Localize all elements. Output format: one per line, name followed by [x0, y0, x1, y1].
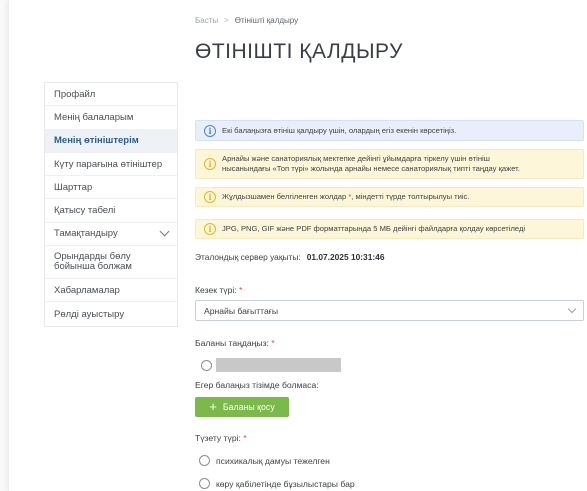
field-label-text: Түзету түрі: [195, 433, 241, 443]
child-name-redacted [216, 358, 341, 372]
sidebar-item-label: Қатысу табелі [54, 205, 116, 217]
chevron-down-icon [567, 304, 577, 314]
sidebar-item-attendance[interactable]: Қатысу табелі [45, 199, 177, 223]
info-icon: i [204, 158, 216, 170]
correction-option[interactable]: көру қабілетінде бұзылыстары бар [199, 478, 355, 489]
server-time-value: 01.07.2025 10:31:46 [306, 252, 385, 262]
alert-text-line: нысанындағы «Топ түрі» жолында арнайы не… [222, 164, 520, 173]
server-time-label: Эталондық сервер уақыты: [195, 252, 301, 262]
sidebar-item-nutrition[interactable]: Тамақтандыру [45, 223, 177, 247]
sidebar-item-waitlist-applications[interactable]: Күту парағына өтініштер [45, 153, 177, 177]
sidebar-item-label: Менің балаларым [54, 111, 134, 123]
correction-radio[interactable] [199, 478, 210, 489]
field-label-text: Баланы таңдаңыз: [195, 338, 269, 348]
queue-type-label: Кезек түрі: * [195, 285, 242, 295]
alert-text-part: , міндетті түрде толтырылуы тиіс. [351, 192, 470, 201]
add-child-button[interactable]: + Баланы қосу [195, 397, 289, 417]
child-not-in-list-label: Егер балаңыз тізімде болмаса: [195, 380, 319, 390]
page-container: Басты > Өтінішті қалдыру ӨТІНІШТІ ҚАЛДЫР… [8, 0, 587, 491]
breadcrumb-current: Өтінішті қалдыру [234, 16, 299, 25]
sidebar-item-my-applications[interactable]: Менің өтініштерім [45, 129, 177, 153]
sidebar-item-label: Күту парағына өтініштер [54, 158, 163, 170]
server-time: Эталондық сервер уақыты: 01.07.2025 10:31… [195, 252, 384, 262]
alert-special-schools: i Арнайы және санаториялық мектепке дейі… [195, 149, 584, 179]
breadcrumb-separator: > [224, 16, 229, 25]
required-star: * [271, 338, 275, 348]
queue-type-selected-value: Арнайы бағыттағы [204, 305, 279, 316]
child-select-label: Баланы таңдаңыз: * [195, 338, 275, 348]
page-title: ӨТІНІШТІ ҚАЛДЫРУ [195, 40, 403, 63]
alert-text-line: Арнайы және санаториялық мектепке дейінг… [222, 154, 490, 163]
sidebar-item-label: Шарттар [54, 181, 93, 193]
required-star: * [239, 285, 243, 295]
sidebar-item-label: Тамақтандыру [54, 228, 118, 240]
sidebar-item-label: Профайл [54, 88, 96, 100]
correction-option[interactable]: психикалық дамуы тежелген [199, 455, 330, 466]
chevron-down-icon [159, 226, 170, 237]
alert-text-part: Жұлдызшамен белгіленген жолдар [222, 192, 349, 201]
add-child-button-label: Баланы қосу [222, 402, 275, 412]
alert-file-formats: i JPG, PNG, GIF және PDF форматтарында 5… [195, 219, 584, 239]
sidebar-item-label: Рөлді ауыстыру [54, 308, 125, 320]
correction-radio[interactable] [199, 455, 210, 466]
plus-icon: + [209, 399, 217, 414]
sidebar-item-label: Орындарды бөлу бойынша болжам [54, 251, 132, 273]
alert-text: Арнайы және санаториялық мектепке дейінг… [222, 154, 520, 174]
info-icon: i [204, 223, 216, 235]
sidebar-menu: Профайл Менің балаларым Менің өтініштері… [44, 82, 178, 327]
alert-text: Жұлдызшамен белгіленген жолдар *, міндет… [222, 192, 469, 202]
required-star: * [243, 433, 247, 443]
alert-text: JPG, PNG, GIF және PDF форматтарында 5 М… [222, 224, 526, 233]
sidebar-item-switch-role[interactable]: Рөлді ауыстыру [45, 302, 177, 325]
breadcrumb-home-link[interactable]: Басты [195, 16, 218, 25]
sidebar-item-label: Менің өтініштерім [54, 135, 139, 147]
sidebar-item-place-forecast[interactable]: Орындарды бөлу бойынша болжам [45, 246, 177, 280]
sidebar-item-contracts[interactable]: Шарттар [45, 176, 177, 200]
alert-required-fields: i Жұлдызшамен белгіленген жолдар *, мінд… [195, 187, 584, 207]
info-icon: i [204, 124, 216, 137]
correction-option-label: көру қабілетінде бұзылыстары бар [216, 478, 355, 489]
correction-option-label: психикалық дамуы тежелген [216, 455, 330, 466]
alert-twins: i Екі балаңызға өтініш қалдыру үшін, ола… [195, 120, 584, 141]
sidebar-item-my-children[interactable]: Менің балаларым [45, 106, 177, 130]
field-label-text: Кезек түрі: [195, 285, 237, 295]
correction-type-label: Түзету түрі: * [195, 433, 247, 443]
info-icon: i [204, 191, 216, 203]
sidebar-item-notifications[interactable]: Хабарламалар [45, 279, 177, 303]
breadcrumb: Басты > Өтінішті қалдыру [195, 16, 298, 25]
sidebar-item-profile[interactable]: Профайл [45, 83, 177, 107]
alert-text: Екі балаңызға өтініш қалдыру үшін, олард… [222, 125, 457, 135]
queue-type-select[interactable]: Арнайы бағыттағы [195, 300, 584, 321]
child-radio[interactable] [201, 359, 212, 371]
child-option[interactable] [201, 358, 341, 372]
sidebar-item-label: Хабарламалар [54, 284, 120, 296]
